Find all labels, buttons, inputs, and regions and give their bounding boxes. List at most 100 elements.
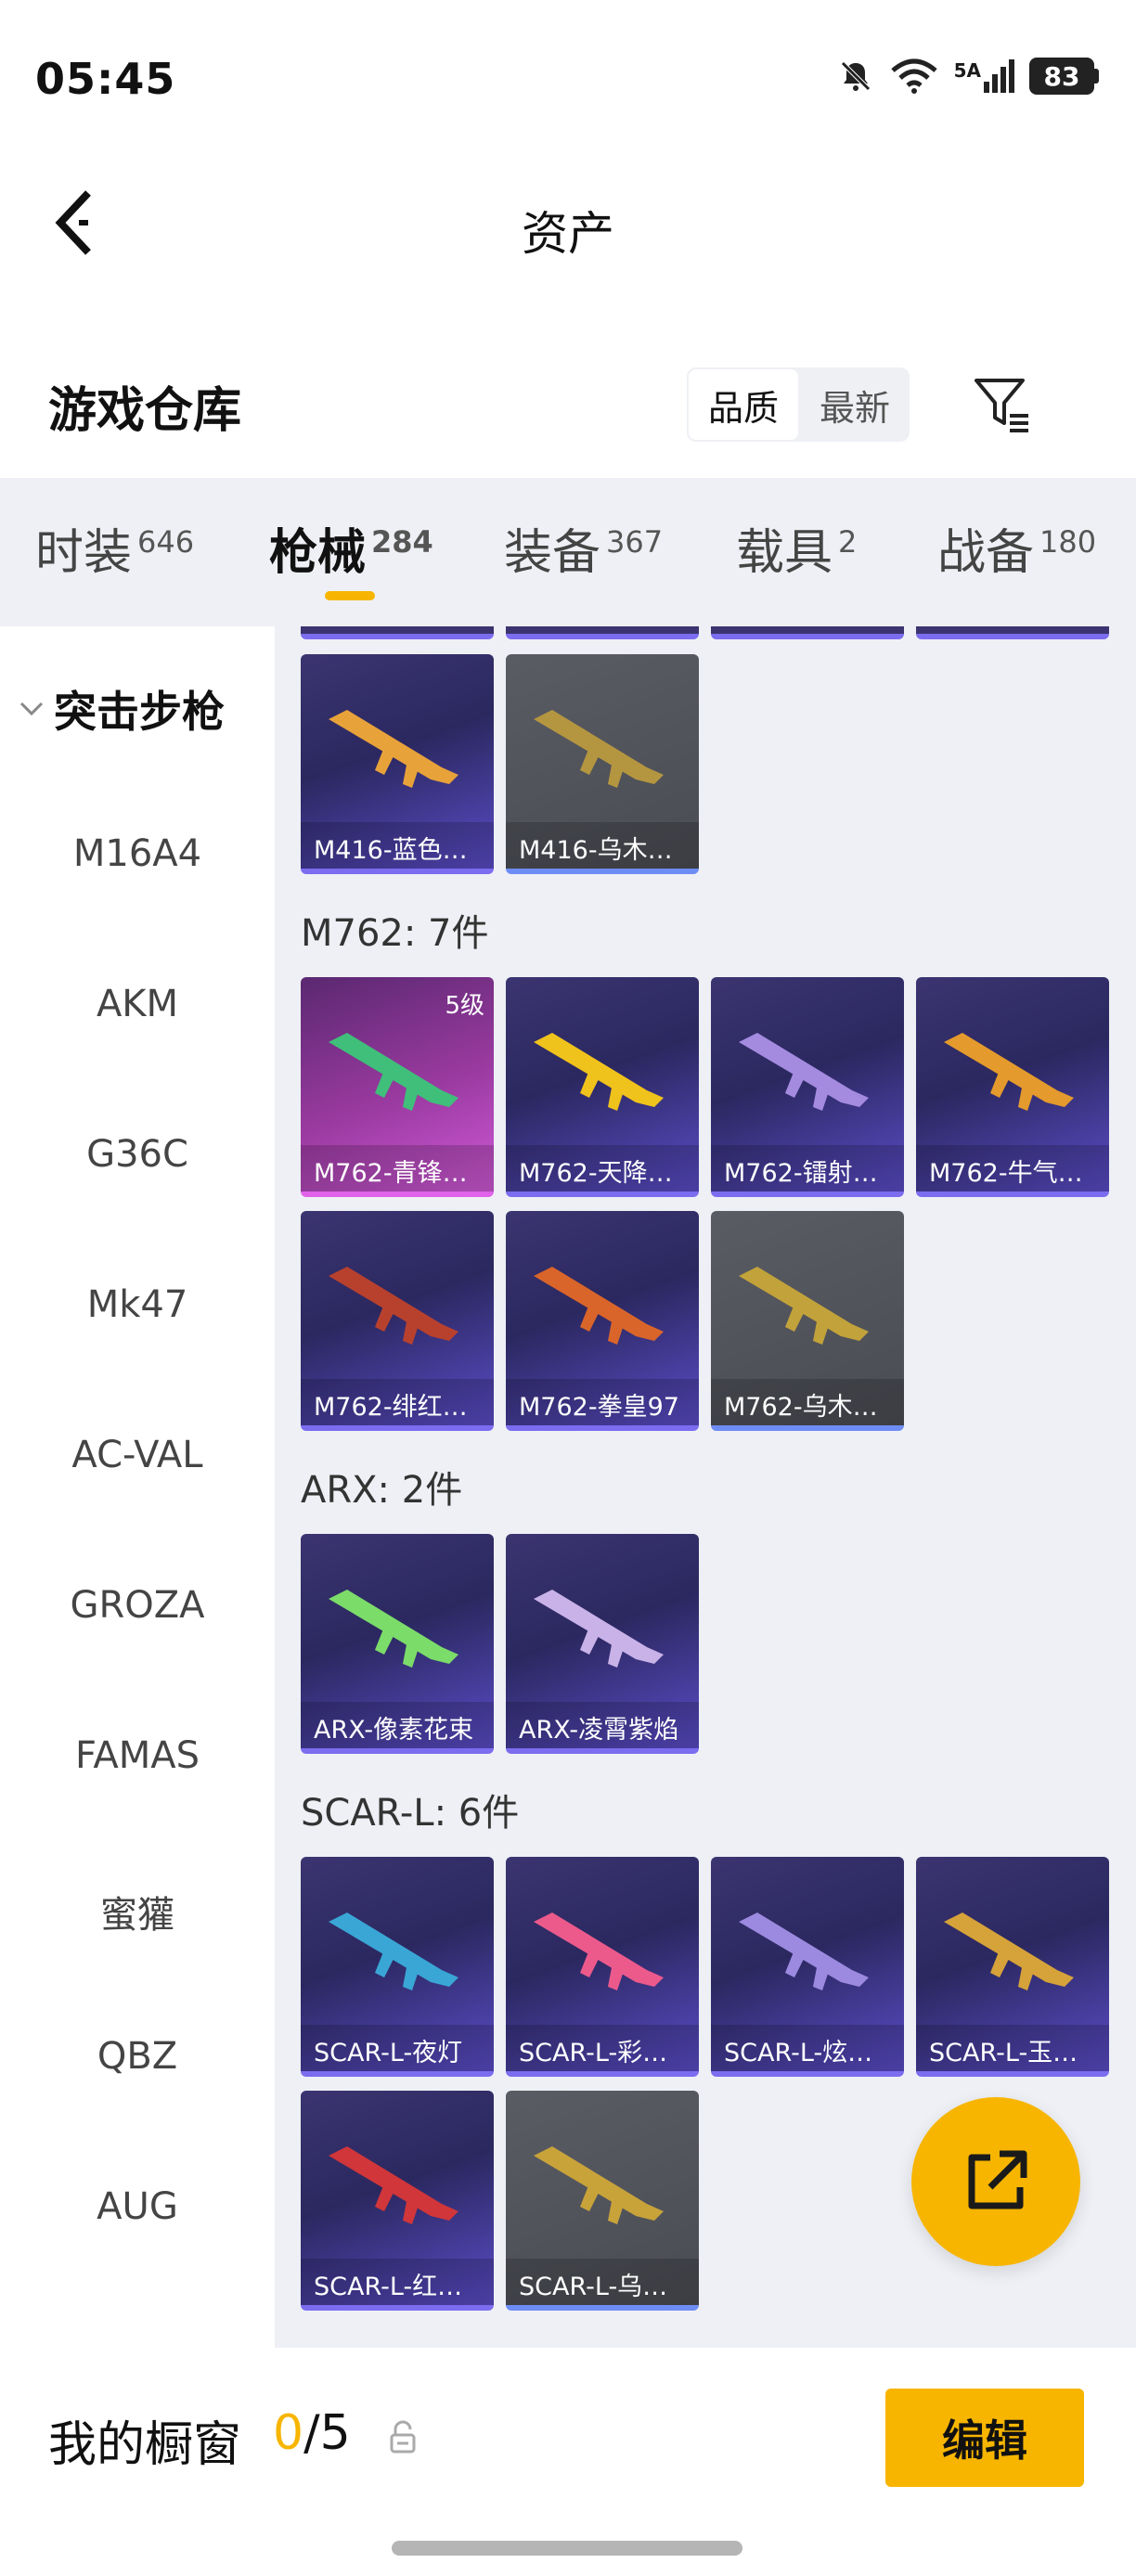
tab-count: 180 [1039,523,1097,560]
skin-name: SCAR-L-彩… [506,2025,699,2071]
warehouse-title: 游戏仓库 [48,383,242,439]
network-label: 5A [953,59,981,82]
rifle-icon [329,1590,458,1668]
skin-name: M762-乌木… [711,1379,904,1425]
tab-equipment[interactable]: 装备 367 [504,513,663,583]
sidebar-group-label: 突击步枪 [54,687,225,737]
sidebar-item-ac-val[interactable]: AC-VAL [0,1434,275,1476]
sidebar-item-m16a4[interactable]: M16A4 [0,832,275,875]
skin-card[interactable]: 5级 M762-青锋… [301,977,494,1197]
skin-card[interactable]: M762-镭射… [711,977,904,1197]
rifle-icon [739,1267,869,1345]
section-label-m762: M762: 7件 [301,912,489,955]
section-label-arx: ARX: 2件 [301,1469,463,1512]
skin-card[interactable]: SCAR-L-红… [301,2091,494,2311]
skin-card[interactable]: M762-拳皇97 [506,1211,699,1431]
skin-card[interactable]: M416-乌木… [506,654,699,874]
tab-label: 载具 [736,525,833,581]
skin-card[interactable]: M762-乌木… [711,1211,904,1431]
rifle-icon [329,2146,458,2224]
rifle-icon [329,710,458,788]
sort-toggle: 品质 最新 [687,367,910,442]
skin-name: M416-乌木… [506,822,699,869]
rifle-icon [329,1267,458,1345]
showcase-count: 0/5 [273,2405,351,2461]
sidebar-item-mk47[interactable]: Mk47 [0,1283,275,1326]
skin-name: M762-天降… [506,1145,699,1191]
skin-card[interactable]: SCAR-L-夜灯 [301,1857,494,2077]
skin-card[interactable]: M762-绯红… [301,1211,494,1431]
rifle-icon [534,710,664,788]
card-partial [506,626,699,639]
card-partial [916,626,1109,639]
skin-name: SCAR-L-夜灯 [301,2025,494,2071]
skin-name: SCAR-L-乌… [506,2259,699,2305]
skin-name: ARX-凌霄紫焰 [506,1702,699,1748]
section-label-scar-l: SCAR-L: 6件 [301,1792,520,1835]
edit-button[interactable]: 编辑 [885,2389,1084,2487]
wifi-icon [890,58,937,94]
status-bar: 05:45 5A 83 [0,0,1136,139]
skin-name: SCAR-L-炫… [711,2025,904,2071]
showcase-label: 我的橱窗 [48,2417,242,2473]
sidebar-item-qbz[interactable]: QBZ [0,2035,275,2078]
skin-card[interactable]: M416-蓝色… [301,654,494,874]
showcase-current: 0 [273,2405,304,2461]
tab-label: 战备 [937,525,1035,581]
sort-quality-option[interactable]: 品质 [687,367,800,442]
skin-card[interactable]: ARX-凌霄紫焰 [506,1534,699,1754]
skin-name: M762-绯红… [301,1379,494,1425]
sidebar-group-assault-rifles[interactable]: 突击步枪 [19,678,225,740]
sort-newest-option[interactable]: 最新 [800,367,910,442]
rifle-icon [534,1590,664,1668]
skin-card[interactable]: M762-牛气… [916,977,1109,1197]
tab-count: 284 [371,523,433,560]
skin-card[interactable]: ARX-像素花束 [301,1534,494,1754]
tab-firearms[interactable]: 枪械 284 [269,513,433,583]
card-partial [711,626,904,639]
skin-card[interactable]: SCAR-L-炫… [711,1857,904,2077]
share-fab-button[interactable] [911,2097,1080,2266]
skin-name: SCAR-L-红… [301,2259,494,2305]
tab-label: 枪械 [269,525,367,581]
header: 资产 [0,148,1136,297]
page-title: 资产 [522,207,614,261]
status-icons: 5A 83 [837,58,1099,95]
skin-card[interactable]: SCAR-L-彩… [506,1857,699,2077]
skin-name: M762-牛气… [916,1145,1109,1191]
filter-button[interactable] [965,367,1039,442]
showcase-total: /5 [303,2405,351,2461]
weapon-sidebar: 突击步枪 M16A4 AKM G36C Mk47 AC-VAL GROZA FA… [0,626,275,2287]
weapon-grid: M416-蓝色… M416-乌木… M762: 7件 5级 M762-青锋… M… [275,626,1136,2348]
tab-count: 2 [838,523,858,560]
warehouse-row: 游戏仓库 品质 最新 [0,343,1136,464]
sidebar-item-aug[interactable]: AUG [0,2185,275,2228]
sidebar-item-famas[interactable]: FAMAS [0,1734,275,1777]
rifle-icon [329,1033,458,1111]
rifle-icon [534,1267,664,1345]
sidebar-item-honey-badger[interactable]: 蜜獾 [0,1885,275,1938]
rifle-icon [534,2146,664,2224]
card-partial [301,626,494,639]
category-tabs: 时装 646 枪械 284 装备 367 载具 2 战备 180 [0,478,1136,626]
rifle-icon [534,1033,664,1111]
skin-name: M416-蓝色… [301,822,494,869]
lock-icon [390,2420,416,2454]
rifle-icon [739,1033,869,1111]
skin-card[interactable]: SCAR-L-玉… [916,1857,1109,2077]
battery-level: 83 [1029,58,1094,95]
tab-count: 646 [137,523,195,560]
tab-count: 367 [606,523,664,560]
tab-fashion[interactable]: 时装 646 [35,513,194,583]
skin-card[interactable]: SCAR-L-乌… [506,2091,699,2311]
sidebar-item-g36c[interactable]: G36C [0,1133,275,1176]
battery-icon: 83 [1029,58,1099,95]
home-indicator[interactable] [392,2541,742,2556]
sidebar-item-groza[interactable]: GROZA [0,1584,275,1627]
skin-card[interactable]: M762-天降… [506,977,699,1197]
sidebar-item-akm[interactable]: AKM [0,983,275,1025]
skin-name: M762-拳皇97 [506,1379,699,1425]
skin-name: M762-青锋… [301,1145,494,1191]
tab-battle-prep[interactable]: 战备 180 [937,513,1096,583]
tab-vehicles[interactable]: 载具 2 [736,513,857,583]
